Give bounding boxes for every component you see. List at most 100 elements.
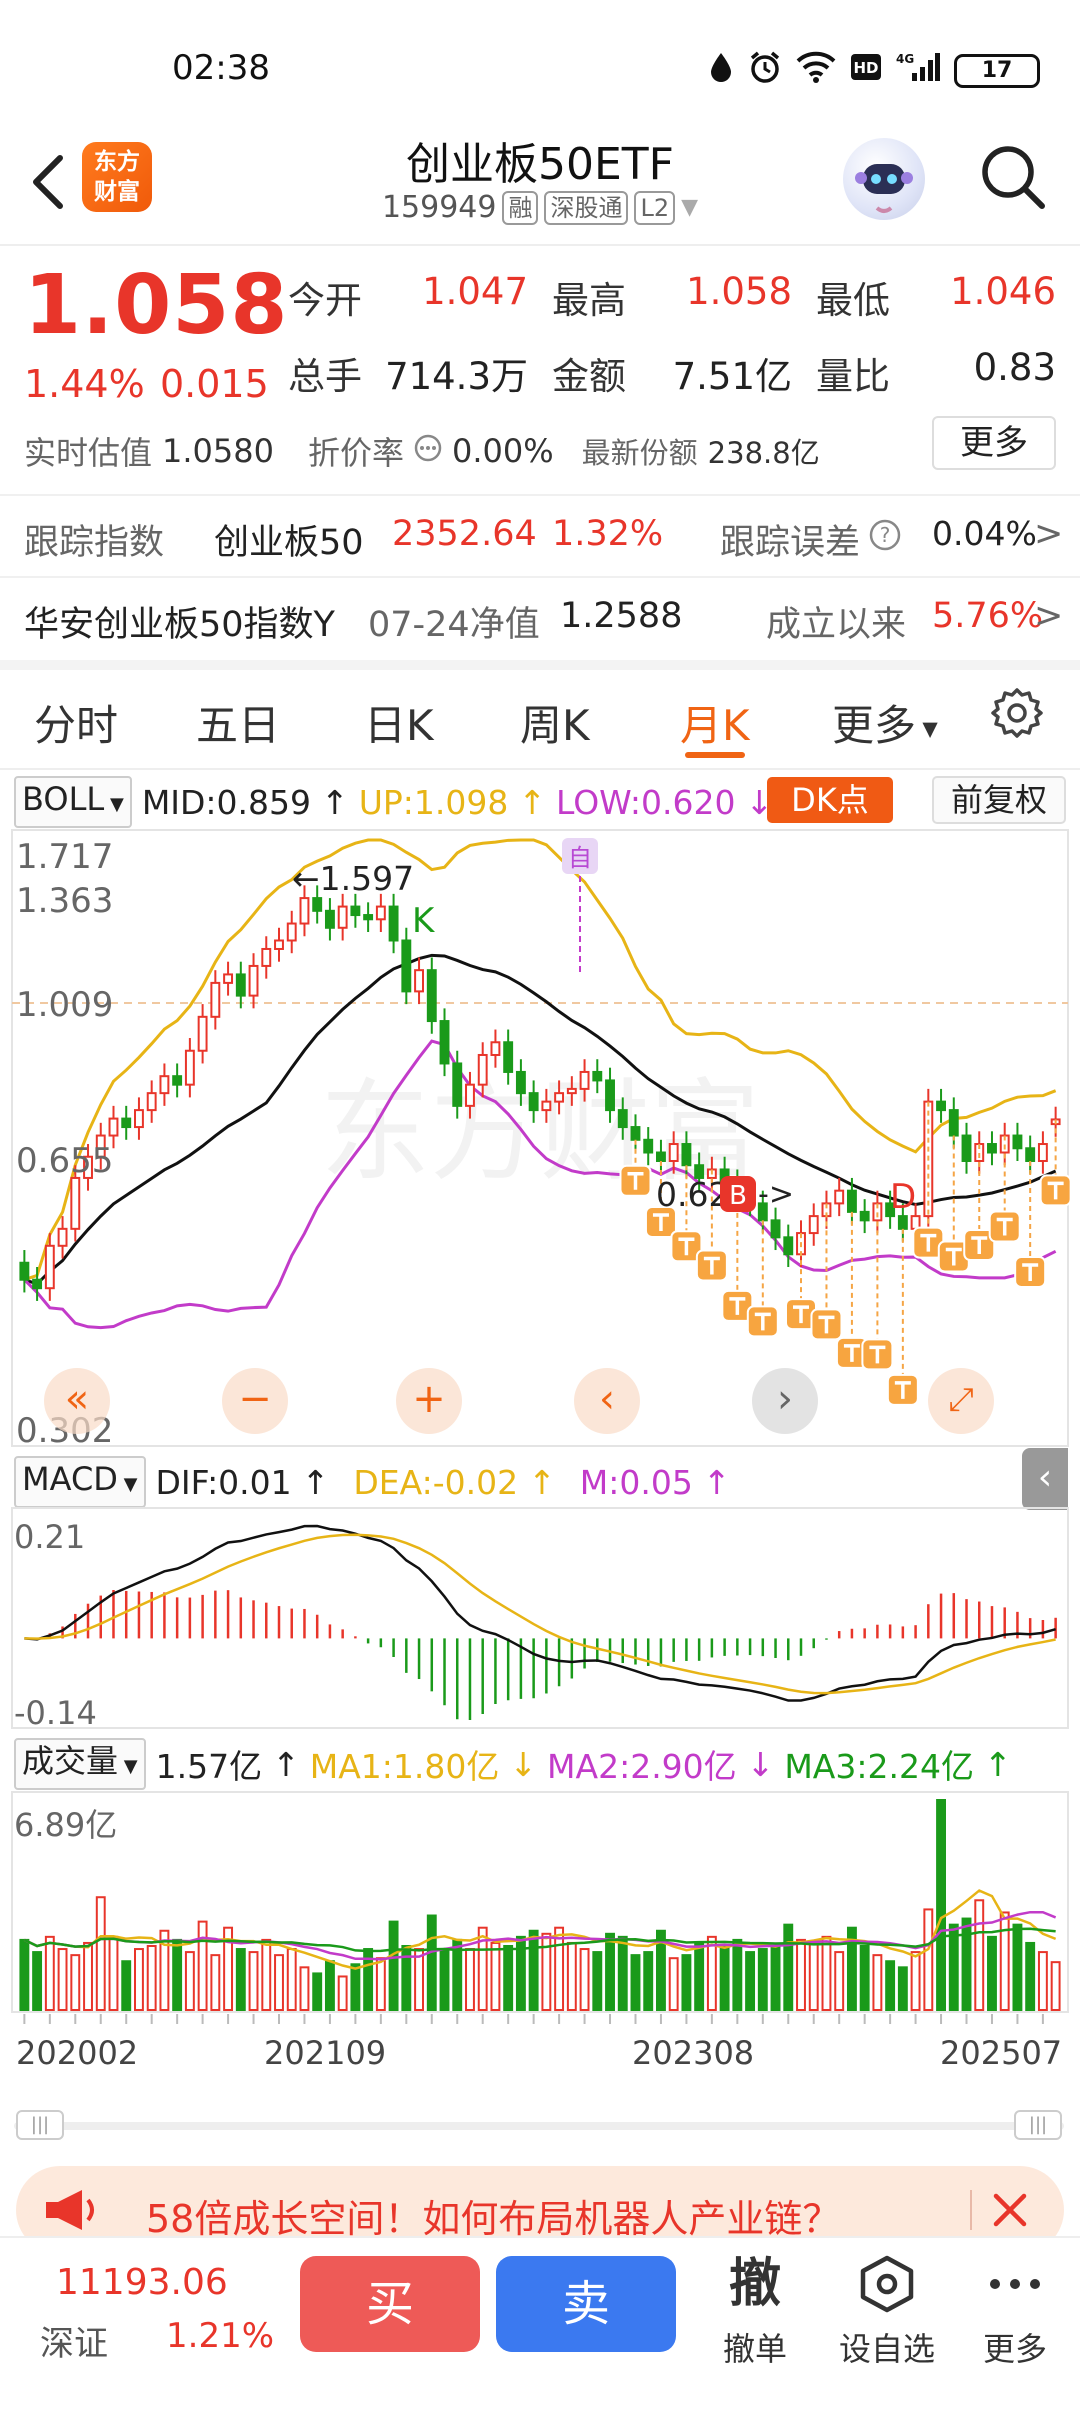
scroll-start-button[interactable]: « <box>44 1368 110 1434</box>
candle-body <box>248 964 259 997</box>
tab-five-day[interactable]: 五日 <box>196 692 280 753</box>
volume-ratio-value: 0.83 <box>973 346 1056 389</box>
boll-selector[interactable]: BOLL ▼ <box>14 776 132 828</box>
candle-body <box>274 939 284 950</box>
more-button[interactable]: 更多 <box>960 2252 1070 2370</box>
active-tab-indicator <box>685 752 745 758</box>
zoom-out-button[interactable]: − <box>222 1368 288 1434</box>
tab-weekly-k[interactable]: 周K <box>520 692 590 753</box>
since-inception-label: 成立以来 <box>766 605 907 645</box>
arrow-up-icon: ↑ <box>528 1462 556 1502</box>
candle-body <box>605 1079 615 1112</box>
x-label-1: 202002 <box>16 2034 138 2072</box>
forward-adjust-button[interactable]: 前复权 <box>932 776 1066 824</box>
volume-bar <box>579 1948 590 2012</box>
macd-lines <box>24 1524 1056 1702</box>
more-quote-button[interactable]: 更多 <box>932 416 1056 470</box>
volume-bar <box>1050 1961 1061 2012</box>
info-icon[interactable] <box>414 432 442 470</box>
add-watchlist-label: 设自选 <box>838 2330 935 2368</box>
volume-bar <box>617 1935 628 2011</box>
cancel-order-icon: 撤 <box>728 2254 781 2314</box>
candle-body <box>681 1143 692 1167</box>
market-index-value[interactable]: 11193.06 <box>56 2262 228 2303</box>
self-mark: 自 <box>562 838 598 976</box>
nav-row[interactable]: 华安创业板50指数Y 07-24净值 1.2588 成立以来 5.76% > <box>24 596 1063 645</box>
triangle-down-icon[interactable]: ▼ <box>681 195 698 220</box>
tab-monthly-k[interactable]: 月K <box>680 692 750 753</box>
volume-bar <box>57 1948 68 2012</box>
volume-bar <box>503 1944 514 2011</box>
macd-selector[interactable]: MACD ▼ <box>14 1456 146 1508</box>
x-label-4: 202507 <box>940 2034 1062 2072</box>
market-index-percent[interactable]: 1.21% <box>166 2316 274 2356</box>
volume-bar <box>261 1938 272 2012</box>
estimate-row: 实时估值 1.0580 折价率 0.00% 最新份额 238.8亿 <box>24 428 820 474</box>
search-icon[interactable] <box>978 142 1048 212</box>
scroll-right-button[interactable]: › <box>752 1368 818 1434</box>
add-watchlist-button[interactable]: 设自选 <box>832 2252 942 2370</box>
more-dots-icon <box>960 2252 1070 2316</box>
zoom-in-button[interactable]: + <box>396 1368 462 1434</box>
volume-ratio-label: 量比 <box>816 355 890 398</box>
grip-icon: ||| <box>1028 2114 1048 2135</box>
sell-button[interactable]: 卖 <box>496 2256 676 2352</box>
volume-bar <box>83 1941 93 2011</box>
volume-bar <box>872 1954 883 2012</box>
scroll-left-button[interactable]: ‹ <box>574 1368 640 1434</box>
macd-dif-line <box>24 1524 1056 1702</box>
volume-bar <box>528 1929 539 2012</box>
tracking-row[interactable]: 跟踪指数 创业板50 2352.64 1.32% 跟踪误差 ? 0.04% > <box>24 514 1063 563</box>
volume-bar <box>961 1917 972 2011</box>
k-mark: K <box>412 901 436 941</box>
candle-body <box>961 1134 972 1162</box>
nav-value: 1.2588 <box>560 596 683 636</box>
volume-selector-label: 成交量 <box>22 1742 119 1780</box>
estimate-label: 实时估值 <box>24 434 153 472</box>
candle-body <box>490 1041 501 1056</box>
premium-value: 0.00% <box>452 432 554 470</box>
volume-bar <box>605 1932 615 2011</box>
self-mark-label: 自 <box>568 844 592 872</box>
help-icon[interactable]: ? <box>868 518 902 561</box>
dk-point-button[interactable]: DK点 <box>767 777 893 823</box>
candle-body <box>235 973 246 997</box>
tracking-error-label: 跟踪误差 <box>720 523 861 563</box>
range-handle-left[interactable]: ||| <box>16 2110 64 2140</box>
ad-text[interactable]: 58倍成长空间！如何布局机器人产业链？ <box>146 2188 840 2243</box>
volume-bar <box>350 1963 361 2012</box>
arrow-down-icon: ↓ <box>746 1744 775 1784</box>
volume-bar <box>808 1941 819 2011</box>
tab-more[interactable]: 更多 ▼ <box>832 692 938 753</box>
candle-body <box>388 905 399 942</box>
candle-body <box>363 914 374 921</box>
buy-button[interactable]: 买 <box>300 2256 480 2352</box>
collapse-panel-button[interactable]: ‹ <box>1022 1448 1068 1510</box>
volume-value: 714.3万 <box>385 355 528 398</box>
volume-y-top: 6.89亿 <box>14 1806 117 1844</box>
range-scroller-track[interactable] <box>14 2122 1064 2130</box>
volume-bar <box>706 1935 717 2011</box>
volume-bar <box>885 1960 896 2011</box>
candle-body <box>528 1092 539 1112</box>
volume-bar <box>630 1954 641 2012</box>
candle-body <box>515 1070 526 1095</box>
cancel-order-button[interactable]: 撤 撤单 <box>700 2252 810 2370</box>
close-icon[interactable] <box>982 2182 1038 2238</box>
fullscreen-button[interactable]: ⤢ <box>928 1368 994 1434</box>
candle-body <box>57 1227 68 1247</box>
gear-icon[interactable] <box>990 686 1044 740</box>
open-label: 今开 <box>288 279 362 322</box>
robot-assistant-icon[interactable] <box>843 138 925 220</box>
volume-bar <box>1025 1941 1036 2011</box>
candle-body <box>210 981 221 1018</box>
candle-body <box>286 922 297 942</box>
tab-intraday[interactable]: 分时 <box>34 692 118 753</box>
market-index-name[interactable]: 深证 <box>40 2316 108 2365</box>
ad-divider <box>970 2190 972 2230</box>
candle-body <box>897 1215 908 1230</box>
volume-selector[interactable]: 成交量 ▼ <box>14 1738 146 1790</box>
tab-daily-k[interactable]: 日K <box>364 692 434 753</box>
volume-bar <box>859 1944 870 2011</box>
range-handle-right[interactable]: ||| <box>1014 2110 1062 2140</box>
